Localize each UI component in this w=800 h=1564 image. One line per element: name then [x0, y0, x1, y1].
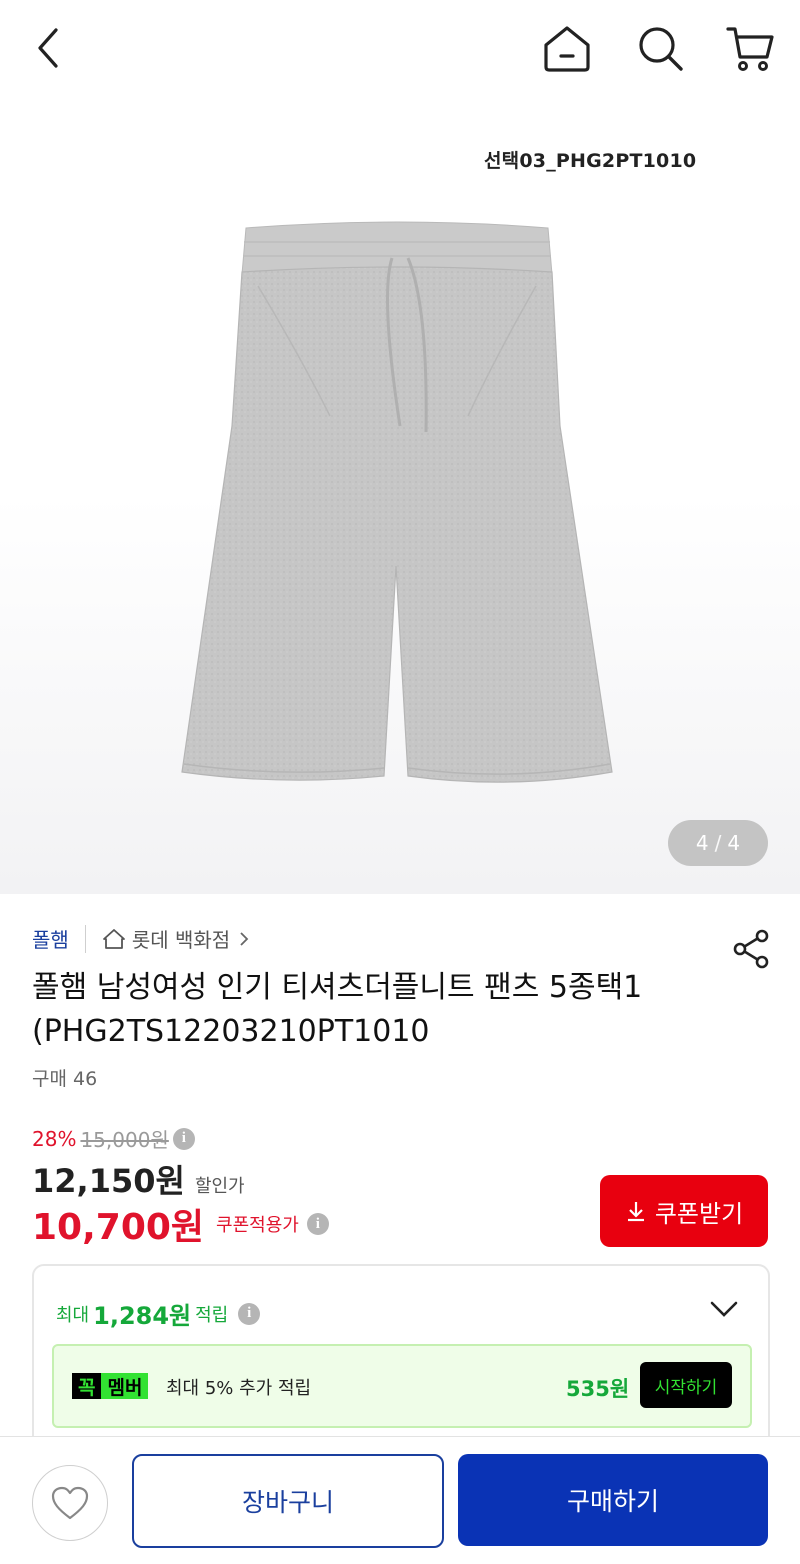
cart-icon[interactable]: [724, 22, 776, 74]
rewards-amount: 1,284원: [93, 1302, 192, 1330]
store-link[interactable]: 롯데 백화점: [102, 924, 258, 953]
original-price: 15,000원: [80, 1128, 169, 1152]
top-bar: [0, 0, 800, 96]
discount-row: 28% 15,000원 i: [32, 1124, 195, 1153]
pager-total: 4: [727, 831, 741, 855]
download-icon: [627, 1202, 644, 1222]
coupon-price: 10,700원: [32, 1207, 205, 1248]
get-coupon-label: 쿠폰받기: [654, 1199, 744, 1228]
search-icon[interactable]: [634, 22, 686, 74]
sale-price-row: 12,150원 할인가: [32, 1156, 245, 1202]
sale-price: 12,150원: [32, 1162, 185, 1200]
info-icon[interactable]: i: [172, 1127, 195, 1150]
purchase-count: 구매 46: [32, 1068, 98, 1090]
buy-now-button[interactable]: 구매하기: [458, 1454, 768, 1546]
discount-rate: 28%: [32, 1126, 77, 1151]
member-badge-b: 멤버: [101, 1373, 149, 1399]
start-membership-button[interactable]: 시작하기: [640, 1362, 732, 1408]
product-title: 폴햄 남성여성 인기 티셔츠더플니트 팬츠 5종택1 (PHG2TS122032…: [32, 970, 643, 1049]
info-icon[interactable]: i: [238, 1302, 261, 1325]
brand-row: 폴햄 롯데 백화점: [32, 924, 258, 953]
rewards-prefix: 최대: [56, 1304, 90, 1326]
pager-current: 4: [695, 831, 709, 855]
heart-icon: [51, 1486, 89, 1520]
coupon-price-label: 쿠폰적용가: [216, 1215, 299, 1236]
store-name: 롯데 백화점: [131, 928, 231, 952]
get-coupon-button[interactable]: 쿠폰받기: [600, 1175, 768, 1247]
divider: [84, 924, 86, 953]
sale-price-label: 할인가: [194, 1176, 245, 1197]
member-badge-a: 꼭: [72, 1373, 102, 1399]
product-image: [181, 221, 613, 783]
chevron-right-icon: [240, 931, 249, 946]
add-to-cart-button[interactable]: 장바구니: [132, 1454, 444, 1548]
image-pager: 4 / 4: [668, 820, 768, 866]
member-promo: 꼭 멤버 최대 5% 추가 적립 535원 시작하기: [52, 1344, 752, 1428]
home-icon[interactable]: [538, 22, 596, 74]
rewards-suffix: 적립: [195, 1304, 229, 1326]
rewards-summary[interactable]: 최대 1,284원 적립 i: [56, 1296, 261, 1331]
image-caption: 선택03_PHG2PT1010: [484, 150, 697, 172]
bottom-action-bar: 장바구니 구매하기: [0, 1436, 800, 1564]
pager-separator: /: [714, 831, 722, 855]
share-icon[interactable]: [730, 928, 772, 974]
info-icon[interactable]: i: [306, 1213, 329, 1235]
back-icon[interactable]: [26, 24, 70, 72]
member-promo-amount: 535원: [566, 1377, 630, 1401]
member-promo-text: 최대 5% 추가 적립: [166, 1378, 312, 1399]
product-image-gallery[interactable]: 선택03_PHG2PT1010 4 / 4: [0, 96, 800, 894]
member-badge: 꼭 멤버: [72, 1373, 149, 1399]
coupon-price-row: 10,700원 쿠폰적용가 i: [32, 1198, 329, 1250]
brand-link[interactable]: 폴햄: [32, 924, 69, 953]
wishlist-button[interactable]: [32, 1465, 108, 1541]
store-home-icon: [102, 928, 125, 949]
chevron-down-icon[interactable]: [708, 1298, 740, 1324]
